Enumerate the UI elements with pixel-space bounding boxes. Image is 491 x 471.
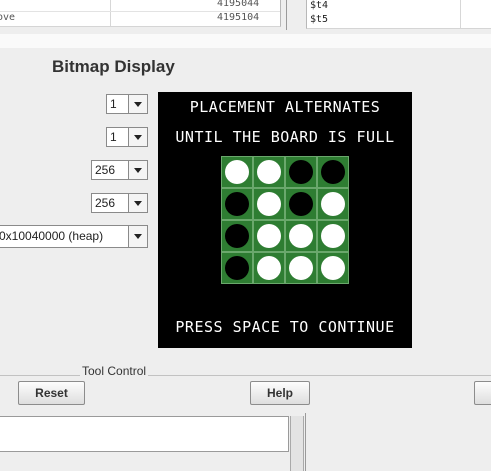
help-button[interactable]: Help xyxy=(250,381,310,405)
board-cell xyxy=(253,156,285,188)
board-cell xyxy=(285,220,317,252)
white-disc-icon xyxy=(257,256,281,280)
black-disc-icon xyxy=(225,192,249,216)
white-disc-icon xyxy=(257,192,281,216)
chevron-down-icon[interactable] xyxy=(128,95,147,113)
chevron-down-icon[interactable] xyxy=(128,226,147,247)
white-disc-icon xyxy=(257,224,281,248)
background-text-area xyxy=(0,416,289,452)
board-cell xyxy=(285,156,317,188)
black-disc-icon xyxy=(321,160,345,184)
board-cell xyxy=(253,188,285,220)
white-disc-icon xyxy=(257,160,281,184)
dialog-title: Bitmap Display xyxy=(52,57,175,76)
black-disc-icon xyxy=(289,160,313,184)
board-cell xyxy=(253,220,285,252)
display-message-line-3: PRESS SPACE TO CONTINUE xyxy=(175,318,395,336)
unit-height-value: 1 xyxy=(110,130,117,144)
background-scrollbar xyxy=(290,416,304,471)
board-cell xyxy=(253,252,285,284)
white-disc-icon xyxy=(321,224,345,248)
display-height-value: 256 xyxy=(95,196,116,210)
background-cell-value: 4195104 xyxy=(217,12,260,23)
unit-width-select[interactable]: 1 xyxy=(106,94,148,114)
black-disc-icon xyxy=(225,224,249,248)
board-cell xyxy=(317,220,349,252)
unit-width-value: 1 xyxy=(110,97,117,111)
dialog-header-strip xyxy=(0,34,491,48)
white-disc-icon xyxy=(321,192,345,216)
unit-height-select[interactable]: 1 xyxy=(106,127,148,147)
white-disc-icon xyxy=(321,256,345,280)
bitmap-display-canvas[interactable]: PLACEMENT ALTERNATES UNTIL THE BOARD IS … xyxy=(158,92,412,348)
board-cell xyxy=(221,252,253,284)
base-address-value: 0x10040000 (heap) xyxy=(0,229,104,243)
chevron-down-icon[interactable] xyxy=(128,128,147,146)
board-cell xyxy=(317,252,349,284)
board-cell xyxy=(221,220,253,252)
display-height-select[interactable]: 256 xyxy=(91,193,148,213)
table-column-divider xyxy=(460,0,461,28)
base-address-select[interactable]: 0x10040000 (heap) xyxy=(0,225,148,248)
background-side-panel xyxy=(305,413,491,471)
board-cell xyxy=(221,188,253,220)
board-cell xyxy=(317,156,349,188)
close-button[interactable] xyxy=(474,381,491,405)
black-disc-icon xyxy=(289,192,313,216)
white-disc-icon xyxy=(289,256,313,280)
white-disc-icon xyxy=(225,160,249,184)
chevron-down-icon[interactable] xyxy=(128,161,147,179)
table-column-divider xyxy=(110,0,111,26)
othello-board xyxy=(221,156,349,284)
white-disc-icon xyxy=(289,224,313,248)
register-name: $t4 xyxy=(310,0,329,11)
reset-button[interactable]: Reset xyxy=(18,381,85,405)
background-data-table: 4195044 4195104 ove xyxy=(0,0,281,27)
display-message-line-1: PLACEMENT ALTERNATES xyxy=(189,98,381,116)
background-cell-label: ove xyxy=(0,12,16,23)
board-cell xyxy=(285,252,317,284)
tool-control-label: Tool Control xyxy=(80,364,149,378)
board-cell xyxy=(285,188,317,220)
display-message-line-2: UNTIL THE BOARD IS FULL xyxy=(175,128,395,146)
black-disc-icon xyxy=(225,256,249,280)
board-cell xyxy=(221,156,253,188)
display-width-select[interactable]: 256 xyxy=(91,160,148,180)
chevron-down-icon[interactable] xyxy=(128,194,147,212)
background-register-table: $t4 $t5 xyxy=(306,0,491,29)
board-cell xyxy=(317,188,349,220)
background-cell-value: 4195044 xyxy=(217,0,260,9)
display-width-value: 256 xyxy=(95,163,116,177)
register-name: $t5 xyxy=(310,14,329,25)
